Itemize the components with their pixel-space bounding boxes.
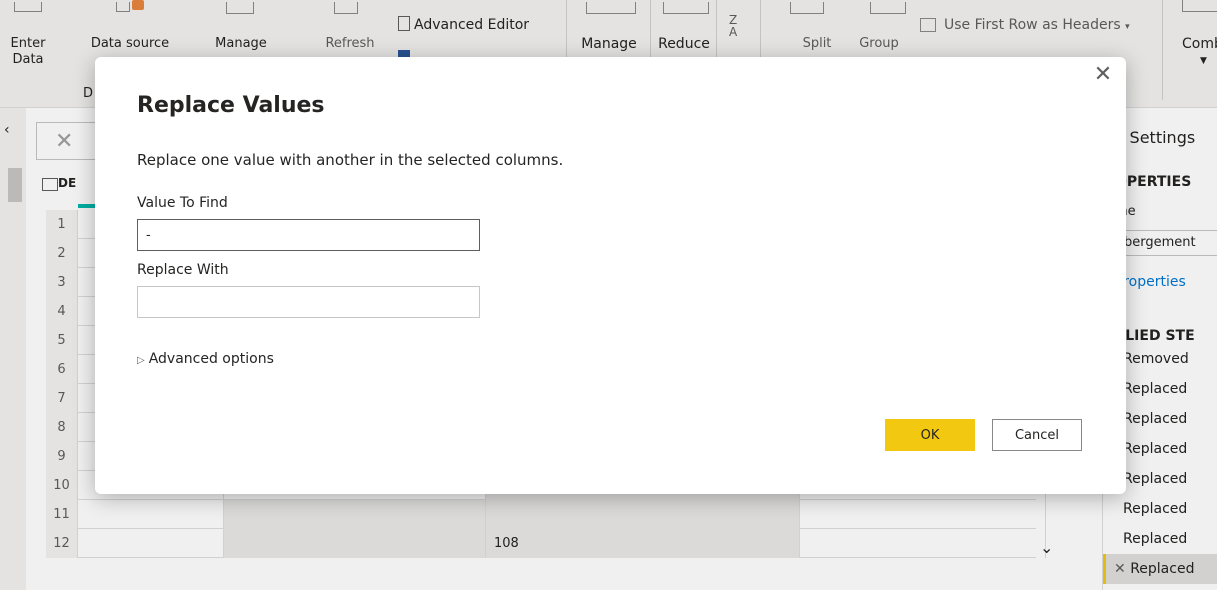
value-to-find-label: Value To Find (137, 195, 228, 211)
replace-values-dialog: ✕ Replace Values Replace one value with … (95, 57, 1126, 494)
close-icon[interactable]: ✕ (1091, 63, 1115, 87)
value-to-find-input[interactable] (137, 219, 480, 251)
expand-triangle-icon: ▷ (137, 355, 145, 366)
advanced-options-toggle[interactable]: ▷ Advanced options (137, 351, 274, 367)
dialog-description: Replace one value with another in the se… (137, 151, 564, 169)
replace-with-label: Replace With (137, 262, 229, 278)
replace-with-input[interactable] (137, 286, 480, 318)
cancel-button[interactable]: Cancel (992, 419, 1082, 451)
advanced-options-label: Advanced options (148, 351, 274, 367)
dialog-title: Replace Values (137, 93, 325, 118)
ok-button[interactable]: OK (885, 419, 975, 451)
